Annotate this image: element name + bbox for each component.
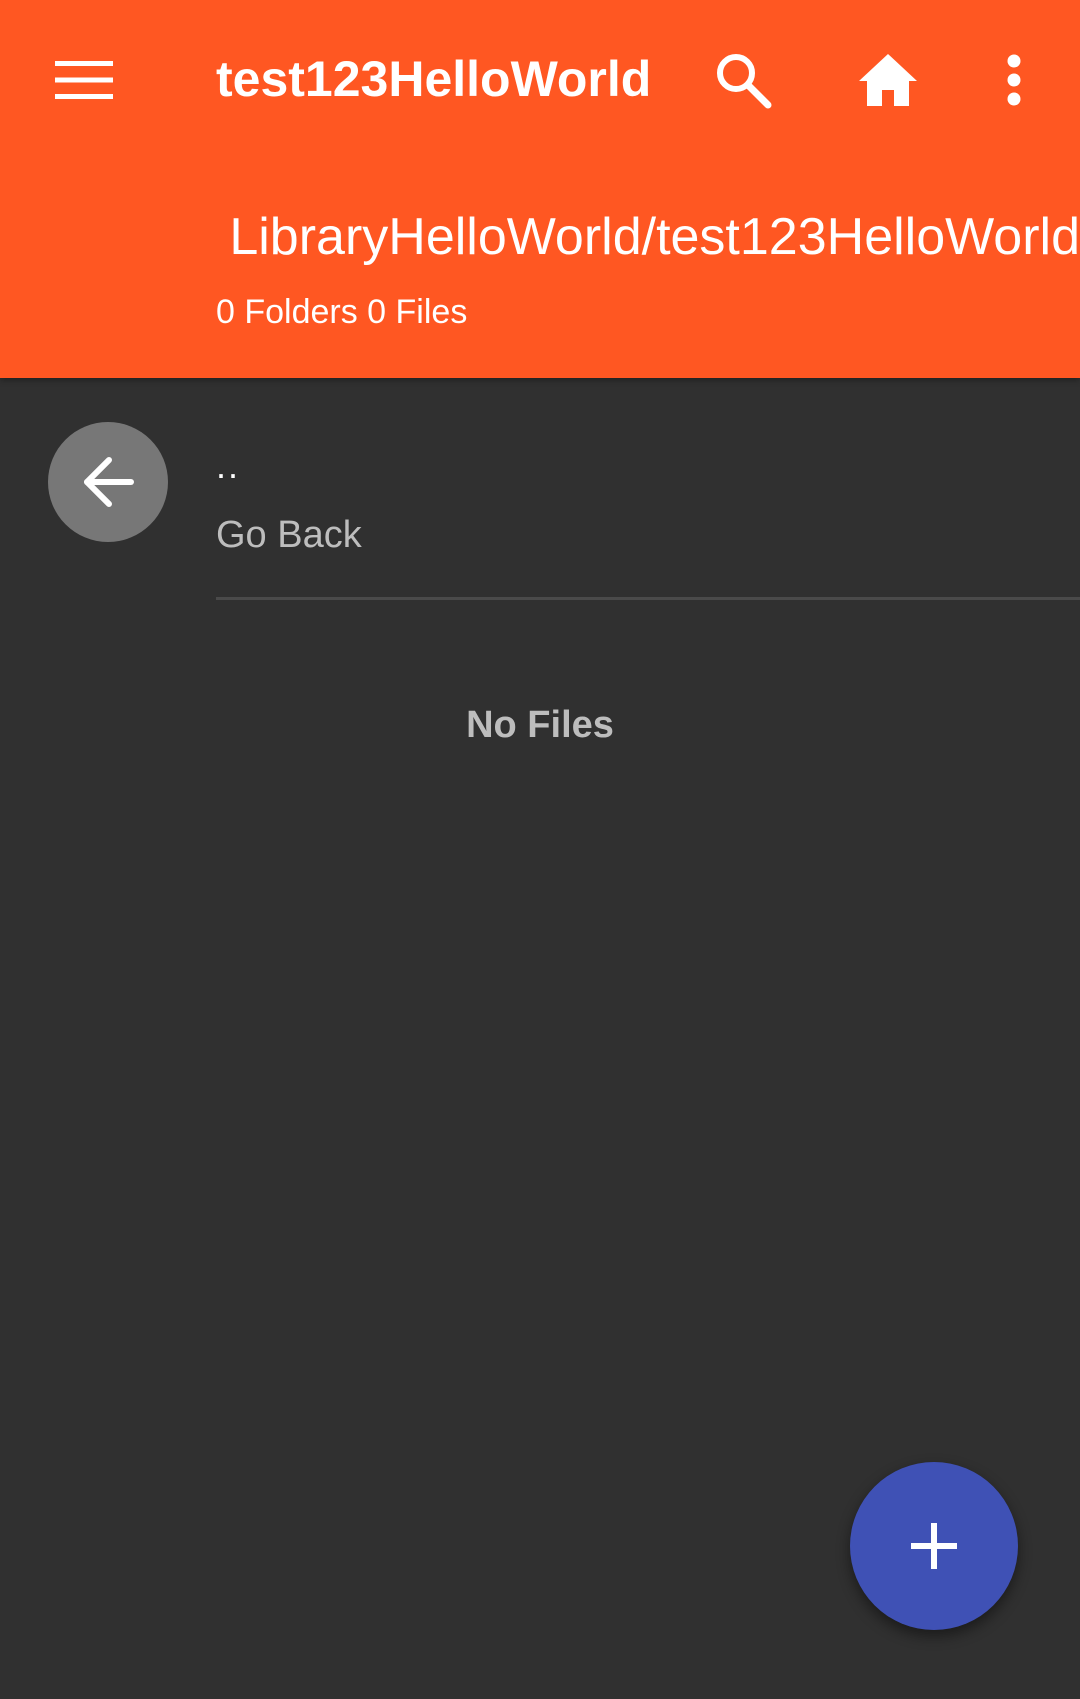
add-fab-button[interactable] <box>850 1462 1018 1630</box>
search-icon <box>717 54 772 109</box>
menu-icon <box>55 61 113 99</box>
empty-state-message: No Files <box>466 704 614 746</box>
go-back-list-item[interactable]: .. Go Back <box>0 378 1080 598</box>
current-path-container: LibraryHelloWorld/test123HelloWorld <box>210 202 1080 272</box>
more-vert-icon <box>1007 54 1021 106</box>
plus-icon <box>911 1523 957 1569</box>
arrow-back-icon <box>84 457 134 507</box>
current-path: LibraryHelloWorld/test123HelloWorld <box>229 208 1080 266</box>
folder-file-count: 0 Folders 0 Files <box>216 293 468 331</box>
go-back-label: Go Back <box>216 514 362 556</box>
go-back-avatar <box>48 422 168 542</box>
app-bar: test123HelloWorld LibraryHelloWorld/test… <box>0 0 1080 378</box>
menu-button[interactable] <box>36 32 132 128</box>
more-options-button[interactable] <box>966 32 1062 128</box>
home-button[interactable] <box>840 32 936 128</box>
list-divider <box>216 597 1080 600</box>
app-bar-title: test123HelloWorld <box>216 51 652 107</box>
home-icon <box>859 54 917 106</box>
search-button[interactable] <box>695 32 791 128</box>
parent-directory-name: .. <box>216 445 241 486</box>
